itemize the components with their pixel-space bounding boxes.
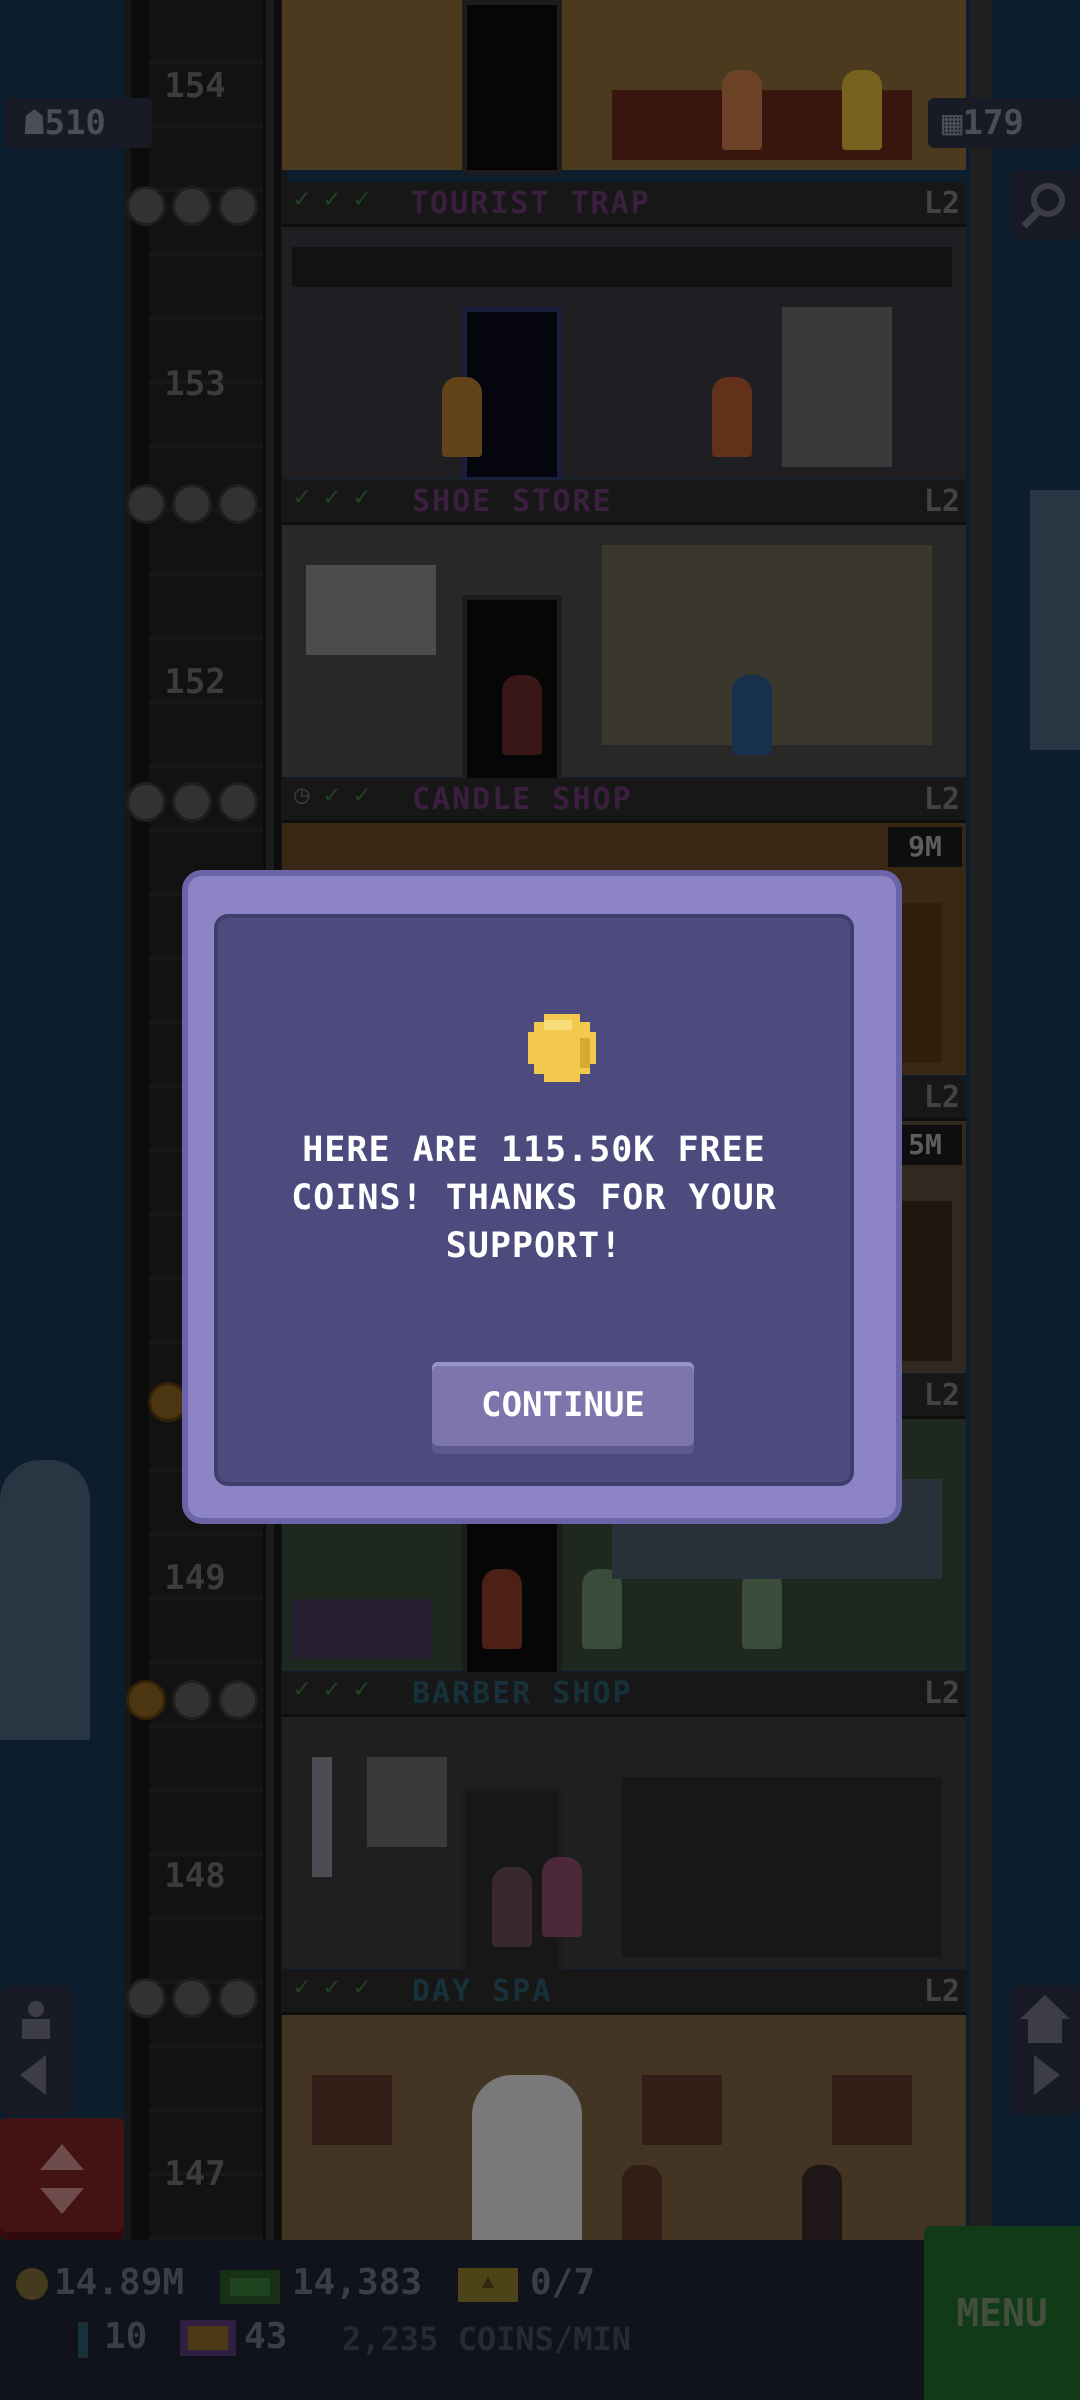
dialog-panel: HERE ARE 115.50K FREE COINS! THANKS FOR … — [214, 914, 854, 1486]
dialog-message: HERE ARE 115.50K FREE COINS! THANKS FOR … — [291, 1130, 777, 1266]
free-coins-dialog: HERE ARE 115.50K FREE COINS! THANKS FOR … — [188, 876, 896, 1518]
coin-icon — [528, 1014, 596, 1082]
continue-button[interactable]: CONTINUE — [432, 1362, 694, 1454]
